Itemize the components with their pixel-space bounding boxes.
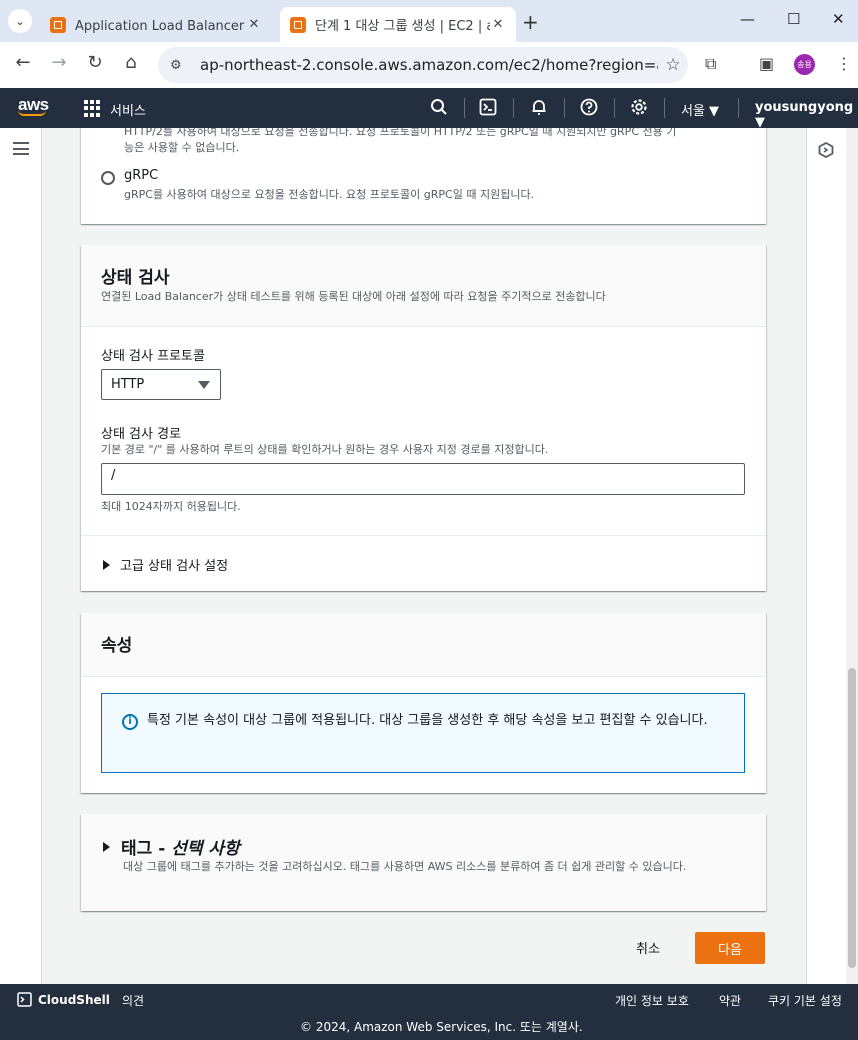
grpc-description: gRPC를 사용하여 대상으로 요청을 전송합니다. 요청 프로토콜이 gRPC…: [124, 188, 535, 201]
services-menu[interactable]: 서비스: [110, 100, 146, 119]
tags-card: 태그 - 선택 사항 대상 그룹에 태그를 추가하는 것을 고려하십시오. 태그…: [81, 814, 766, 911]
attributes-info-alert: i 특정 기본 속성이 대상 그룹에 적용됩니다. 대상 그룹을 생성한 후 해…: [101, 693, 745, 773]
panel-toggle-hex-icon[interactable]: [818, 142, 834, 158]
browser-menu-icon[interactable]: ⋮: [836, 54, 852, 73]
aws-footer: CloudShell 의견 개인 정보 보호 약관 쿠키 기본 설정 © 202…: [0, 984, 858, 1040]
aws-favicon-icon: [50, 16, 66, 33]
notifications-bell-icon[interactable]: [529, 98, 549, 118]
caret-down-icon: [198, 381, 210, 389]
close-tab-icon[interactable]: ✕: [490, 17, 506, 32]
cloudshell-footer-button[interactable]: CloudShell: [17, 992, 110, 1007]
attributes-card: 속성 i 특정 기본 속성이 대상 그룹에 적용됩니다. 대상 그룹을 생성한 …: [81, 613, 766, 793]
scrollbar-thumb[interactable]: [848, 668, 856, 968]
cloudshell-icon[interactable]: [478, 98, 498, 118]
services-grid-icon[interactable]: [84, 100, 101, 117]
health-check-protocol-select[interactable]: HTTP: [101, 369, 221, 400]
home-icon[interactable]: ⌂: [118, 52, 144, 73]
site-info-icon[interactable]: ⚙: [170, 58, 190, 73]
cloudshell-icon: [17, 992, 32, 1007]
region-selector[interactable]: 서울 ▼: [681, 100, 719, 119]
health-check-description: 연결된 Load Balancer가 상태 테스트를 위해 등록된 대상에 아래…: [101, 290, 606, 303]
browser-toolbar: ← → ↻ ⌂ ⚙ ap-northeast-2.console.aws.ama…: [0, 42, 858, 88]
reload-icon[interactable]: ↻: [82, 52, 108, 73]
main-content: HTTP/2를 사용하여 대상으로 요청을 전송합니다. 요청 프로토콜이 HT…: [42, 128, 806, 984]
health-check-title: 상태 검사: [101, 268, 170, 288]
terms-link[interactable]: 약관: [719, 992, 741, 1009]
browser-tab-strip: ⌄ Application Load Balancer 생성 ✕ 단계 1 대상…: [0, 0, 858, 42]
copyright-text: © 2024, Amazon Web Services, Inc. 또는 계열사…: [300, 1020, 583, 1034]
page-scrollbar[interactable]: [846, 128, 858, 984]
tab-search-dropdown-icon[interactable]: ⌄: [8, 9, 32, 33]
cancel-button[interactable]: 취소: [636, 938, 660, 957]
health-check-protocol-label: 상태 검사 프로토콜: [101, 349, 205, 364]
cookie-preferences-link[interactable]: 쿠키 기본 설정: [768, 992, 842, 1009]
health-check-path-input[interactable]: /: [101, 463, 745, 495]
advanced-health-check-toggle[interactable]: 고급 상태 검사 설정: [103, 555, 228, 574]
selected-protocol: HTTP: [111, 377, 145, 392]
url-text: ap-northeast-2.console.aws.amazon.com/ec…: [200, 56, 658, 74]
minimize-icon[interactable]: —: [740, 10, 755, 28]
browser-tab-alb[interactable]: Application Load Balancer 생성 ✕: [40, 7, 272, 42]
left-navigation: [0, 128, 42, 984]
search-icon[interactable]: [429, 98, 449, 118]
http2-description: HTTP/2를 사용하여 대상으로 요청을 전송합니다. 요청 프로토콜이 HT…: [124, 128, 677, 154]
health-check-card: 상태 검사 연결된 Load Balancer가 상태 테스트를 위해 등록된 …: [81, 245, 766, 591]
tags-expand-toggle[interactable]: 태그 - 선택 사항: [103, 834, 240, 859]
health-check-path-description: 기본 경로 "/" 를 사용하여 루트의 상태를 확인하거나 원하는 경우 사용…: [101, 443, 549, 456]
hamburger-menu-icon[interactable]: [13, 142, 29, 155]
browser-tab-target-group[interactable]: 단계 1 대상 그룹 생성 | EC2 | a ✕: [280, 7, 516, 42]
forward-icon[interactable]: →: [46, 52, 72, 73]
tab-title: Application Load Balancer 생성: [75, 19, 246, 34]
tags-description: 대상 그룹에 태그를 추가하는 것을 고려하십시오. 태그를 사용하면 AWS …: [123, 860, 687, 873]
next-button[interactable]: 다음: [695, 932, 765, 964]
new-tab-icon[interactable]: +: [522, 10, 539, 34]
address-bar[interactable]: ⚙ ap-northeast-2.console.aws.amazon.com/…: [158, 47, 688, 83]
attributes-info-text: 특정 기본 속성이 대상 그룹에 적용됩니다. 대상 그룹을 생성한 후 해당 …: [147, 713, 708, 728]
caret-right-icon: [103, 559, 110, 570]
protocol-version-card: HTTP/2를 사용하여 대상으로 요청을 전송합니다. 요청 프로토콜이 HT…: [81, 128, 766, 224]
grpc-radio[interactable]: [101, 171, 115, 185]
right-utility-panel: [806, 128, 846, 984]
attributes-title: 속성: [101, 636, 133, 656]
account-menu[interactable]: yousungyong ▼: [755, 100, 858, 130]
info-icon: i: [122, 714, 138, 730]
feedback-link[interactable]: 의견: [122, 992, 144, 1009]
help-icon[interactable]: [579, 98, 599, 118]
tags-title: 태그 - 선택 사항: [121, 839, 240, 859]
settings-gear-icon[interactable]: [629, 98, 649, 118]
extensions-icon[interactable]: ⧉: [705, 54, 716, 74]
aws-favicon-icon: [290, 16, 306, 33]
profile-avatar[interactable]: 송용: [794, 54, 815, 75]
back-icon[interactable]: ←: [10, 52, 36, 73]
window-close-icon[interactable]: ✕: [832, 10, 845, 28]
advanced-health-check-label: 고급 상태 검사 설정: [120, 559, 229, 574]
aws-logo[interactable]: aws: [18, 95, 49, 116]
aws-console-header: aws 서비스 서울 ▼ yousungyong ▼: [0, 88, 858, 130]
side-panel-icon[interactable]: ▣: [759, 54, 774, 73]
close-tab-icon[interactable]: ✕: [246, 17, 262, 32]
maximize-icon[interactable]: ☐: [787, 10, 800, 28]
caret-right-icon: [103, 841, 110, 852]
bookmark-star-icon[interactable]: ☆: [658, 55, 688, 75]
privacy-link[interactable]: 개인 정보 보호: [615, 992, 689, 1009]
health-check-path-label: 상태 검사 경로: [101, 427, 182, 442]
grpc-label: gRPC: [124, 168, 159, 183]
health-check-path-hint: 최대 1024자까지 허용됩니다.: [101, 500, 241, 513]
tab-title: 단계 1 대상 그룹 생성 | EC2 | a: [315, 19, 490, 34]
